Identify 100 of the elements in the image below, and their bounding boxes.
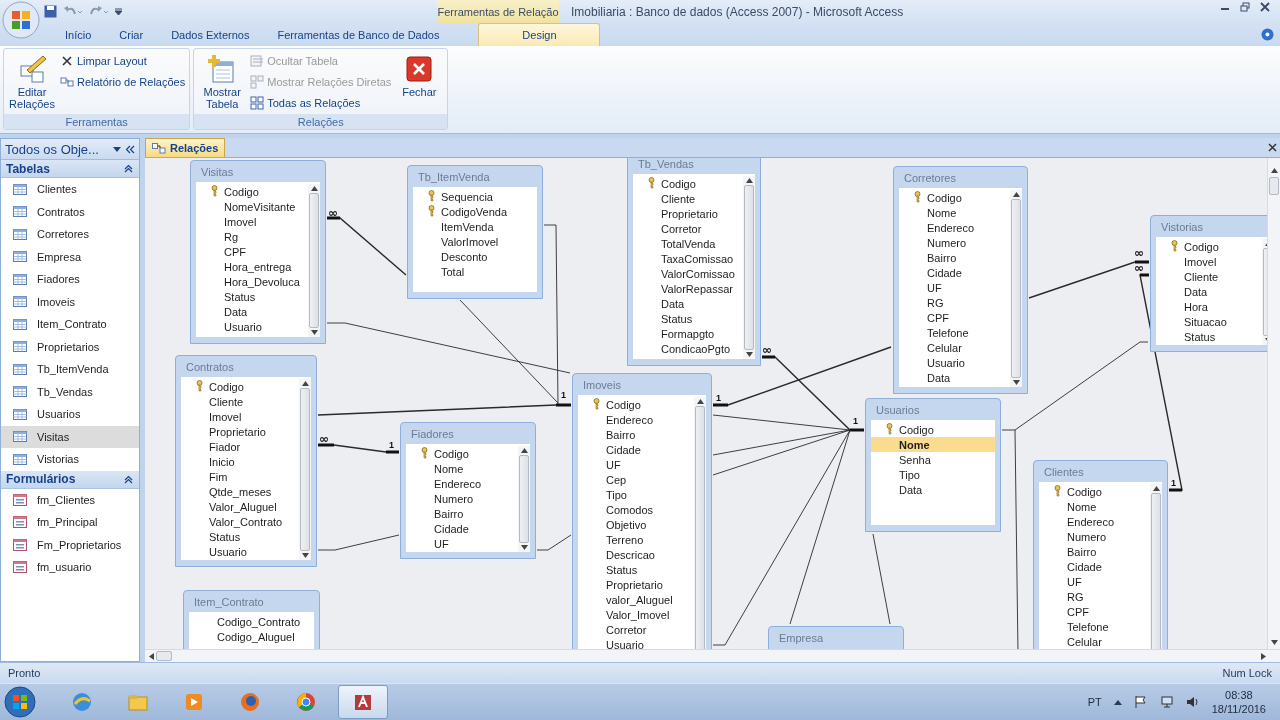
scrollbar[interactable] [1010,190,1022,387]
nav-item[interactable]: Contratos [1,200,139,223]
field-row[interactable]: Sequencia [413,189,537,204]
field-row[interactable]: Status [196,289,308,304]
ribbon-tab[interactable]: Design [478,23,601,46]
flag-icon[interactable] [1133,695,1148,709]
table-window[interactable]: Visitas Codigo NomeVisitante Imovel Rg CPF Hora_entrega Hora_Devoluca Status Data Usuario [190,160,326,344]
field-row[interactable]: RG [899,295,1010,310]
field-row[interactable]: Bairro [406,506,518,521]
start-button[interactable] [4,686,36,718]
nav-item[interactable]: Vistorias [1,448,139,471]
scroll-thumb[interactable] [300,388,310,551]
nav-item[interactable]: Imoveis [1,290,139,313]
field-row[interactable]: Senha [871,452,995,467]
field-row[interactable]: Cidade [406,521,518,536]
language-indicator[interactable]: PT [1087,696,1102,708]
scroll-down-icon[interactable] [301,553,309,558]
scrollbar[interactable] [518,446,530,552]
field-row[interactable]: Data [899,370,1010,385]
nav-item[interactable]: Visitas [1,425,139,448]
field-row[interactable]: Cliente [633,191,743,206]
field-row[interactable]: Fim [181,469,299,484]
table-window[interactable]: Corretores Codigo Nome Endereco Numero Bairro Cidade UF RG CPF Telefone Celular Usuario Data [893,166,1028,394]
field-row[interactable]: UF [406,536,518,551]
horizontal-scrollbar[interactable] [145,649,1280,662]
field-row[interactable]: Nome [871,437,995,452]
field-row[interactable]: Cidade [1039,559,1150,574]
table-window[interactable]: Contratos Codigo Cliente Imovel Proprietario Fiador Inicio Fim Qtde_meses Valor_Aluguel Valor_Contrato Status Usuario [175,355,317,567]
field-row[interactable]: Cidade [578,442,694,457]
field-row[interactable]: Numero [1039,529,1150,544]
field-row[interactable]: Endereco [578,412,694,427]
field-row[interactable]: Telefone [899,325,1010,340]
field-row[interactable]: Nome [899,205,1010,220]
vertical-scrollbar[interactable] [1267,158,1280,649]
ribbon-tab[interactable]: Ferramentas de Banco de Dados [264,23,453,46]
field-row[interactable]: Codigo [1039,484,1150,499]
field-row[interactable]: CPF [196,244,308,259]
nav-item[interactable]: Fiadores [1,268,139,291]
field-row[interactable]: Bairro [899,250,1010,265]
field-row[interactable]: ValorComissao [633,266,743,281]
scrollbar[interactable] [299,379,311,560]
field-row[interactable]: Telefone [1039,619,1150,634]
scroll-up-icon[interactable] [745,178,753,183]
field-row[interactable]: Tipo [871,467,995,482]
scroll-thumb[interactable] [156,651,172,661]
ribbon-tab[interactable]: Dados Externos [158,23,263,46]
field-row[interactable]: Descricao [578,547,694,562]
field-row[interactable]: Numero [406,491,518,506]
field-row[interactable]: Usuario [196,319,308,334]
field-row[interactable]: Hora_entrega [196,259,308,274]
field-row[interactable]: UF [578,457,694,472]
ribbon-button[interactable]: Todas as Relações [250,94,392,112]
close-icon[interactable] [1260,2,1270,12]
field-row[interactable]: RG [1039,589,1150,604]
field-row[interactable]: Celular [899,340,1010,355]
table-window[interactable]: Item_Contrato Codigo_Contrato Codigo_Aluguel [183,590,320,649]
scroll-down-icon[interactable] [745,352,753,357]
ribbon-button[interactable]: Limpar Layout [60,52,186,70]
field-row[interactable]: Terreno [578,532,694,547]
field-row[interactable]: Formapgto [633,326,743,341]
close-icon[interactable] [1268,143,1277,152]
field-row[interactable]: Cliente [1156,269,1262,284]
field-row[interactable]: CPF [899,310,1010,325]
nav-item[interactable]: fm_usuario [1,556,139,579]
customize-dropdown-icon[interactable] [115,7,122,16]
field-row[interactable]: Codigo [181,379,299,394]
field-row[interactable]: Comodos [578,502,694,517]
table-window[interactable]: Clientes Codigo Nome Endereco Numero Bairro Cidade UF RG CPF Telefone Celular [1033,460,1168,649]
table-window[interactable]: Vistorias Codigo Imovel Cliente Data Hora Situacao Status [1150,215,1267,352]
scroll-thumb[interactable] [1269,177,1279,195]
scroll-thumb[interactable] [1151,493,1161,649]
nav-group-header[interactable]: Tabelas [1,160,139,178]
field-row[interactable]: Valor_Imovel [578,607,694,622]
field-row[interactable]: Cliente [181,394,299,409]
field-row[interactable]: Bairro [1039,544,1150,559]
field-row[interactable]: Usuario [899,355,1010,370]
field-row[interactable]: Status [1156,329,1262,344]
relationship-line[interactable] [317,403,572,416]
nav-item[interactable]: Fm_Proprietarios [1,533,139,556]
field-row[interactable]: CondicaoPgto [633,341,743,356]
relationship-line[interactable] [326,216,407,276]
nav-item[interactable]: fm_Principal [1,511,139,534]
field-row[interactable]: Objetivo [578,517,694,532]
collapse-icon[interactable] [124,164,133,173]
field-row[interactable]: Numero [899,235,1010,250]
nav-item[interactable]: Usuarios [1,403,139,426]
field-row[interactable]: Hora_Devoluca [196,274,308,289]
scrollbar[interactable] [1150,484,1162,649]
ribbon-button[interactable]: Mostrar Tabela [198,52,247,114]
field-row[interactable]: Usuario [181,544,299,559]
field-row[interactable]: Data [1156,284,1262,299]
field-row[interactable]: CodigoVenda [413,204,537,219]
field-row[interactable]: ValorImovel [413,234,537,249]
table-window[interactable]: Tb_ItemVenda Sequencia CodigoVenda ItemVenda ValorImovel Desconto Total [407,165,543,299]
field-row[interactable]: TaxaComissao [633,251,743,266]
field-row[interactable]: Endereco [899,220,1010,235]
field-row[interactable]: Proprietario [181,424,299,439]
field-row[interactable]: NomeVisitante [196,199,308,214]
scroll-down-icon[interactable] [1270,640,1278,645]
nav-item[interactable]: fm_Clientes [1,488,139,511]
